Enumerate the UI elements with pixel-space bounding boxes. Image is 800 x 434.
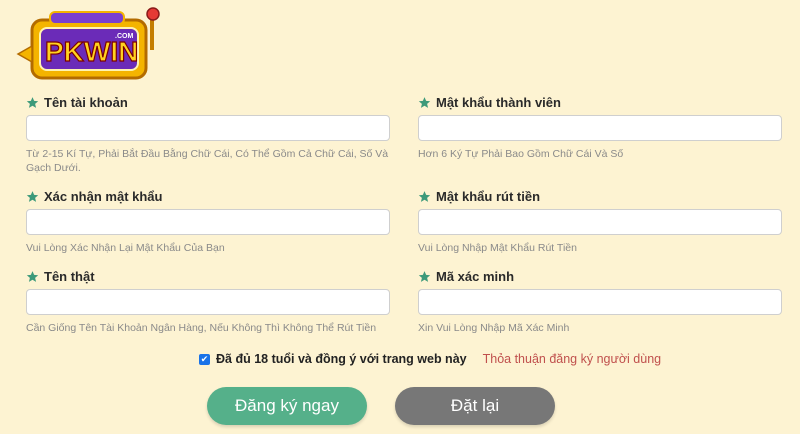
password-label: Mật khẩu thành viên xyxy=(436,94,561,110)
confirm-password-hint: Vui Lòng Xác Nhận Lại Mật Khẩu Của Bạn xyxy=(26,242,225,254)
withdraw-password-field: Mật khẩu rút tiền Vui Lòng Nhập Mật Khẩu… xyxy=(418,188,784,255)
star-icon xyxy=(418,190,431,202)
verification-code-input[interactable] xyxy=(418,289,782,315)
password-hint: Hơn 6 Ký Tự Phải Bao Gồm Chữ Cái Và Số xyxy=(418,148,624,160)
verification-code-hint: Xin Vui Lòng Nhập Mã Xác Minh xyxy=(418,322,570,334)
brand-logo[interactable]: PKWIN .COM xyxy=(12,6,172,90)
real-name-hint: Cần Giống Tên Tài Khoản Ngân Hàng, Nếu K… xyxy=(26,322,377,334)
agreement-text: Đã đủ 18 tuổi và đồng ý với trang web nà… xyxy=(216,352,467,366)
register-button[interactable]: Đăng ký ngay xyxy=(207,387,367,425)
password-field: Mật khẩu thành viên Hơn 6 Ký Tự Phải Bao… xyxy=(418,94,784,161)
user-agreement-link[interactable]: Thỏa thuận đăng ký người dùng xyxy=(483,352,662,366)
star-icon xyxy=(26,190,39,202)
reset-button[interactable]: Đặt lại xyxy=(395,387,555,425)
password-input[interactable] xyxy=(418,115,782,141)
real-name-field: Tên thật Cần Giống Tên Tài Khoản Ngân Hà… xyxy=(26,268,392,335)
username-input[interactable] xyxy=(26,115,390,141)
svg-text:.COM: .COM xyxy=(115,33,133,40)
confirm-password-label: Xác nhận mật khẩu xyxy=(44,188,163,204)
real-name-input[interactable] xyxy=(26,289,390,315)
star-icon xyxy=(26,96,39,108)
username-field: Tên tài khoản Từ 2-15 Kí Tự, Phải Bắt Đầ… xyxy=(26,94,392,175)
star-icon xyxy=(418,96,431,108)
withdraw-password-label: Mật khẩu rút tiền xyxy=(436,188,541,204)
agreement-row: ✔ Đã đủ 18 tuổi và đồng ý với trang web … xyxy=(199,352,661,366)
checkmark-icon: ✔ xyxy=(200,353,209,364)
real-name-label: Tên thật xyxy=(44,268,95,284)
star-icon xyxy=(26,270,39,282)
withdraw-password-input[interactable] xyxy=(418,209,782,235)
username-label: Tên tài khoản xyxy=(44,94,128,110)
verification-code-field: Mã xác minh Xin Vui Lòng Nhập Mã Xác Min… xyxy=(418,268,784,335)
confirm-password-input[interactable] xyxy=(26,209,390,235)
username-hint: Từ 2-15 Kí Tự, Phải Bắt Đầu Bằng Chữ Cái… xyxy=(26,148,389,174)
confirm-password-field: Xác nhận mật khẩu Vui Lòng Xác Nhận Lại … xyxy=(26,188,392,255)
withdraw-password-hint: Vui Lòng Nhập Mật Khẩu Rút Tiền xyxy=(418,242,577,254)
star-icon xyxy=(418,270,431,282)
agreement-checkbox[interactable]: ✔ xyxy=(199,353,210,365)
verification-code-label: Mã xác minh xyxy=(436,268,515,284)
svg-text:PKWIN: PKWIN xyxy=(45,36,138,67)
